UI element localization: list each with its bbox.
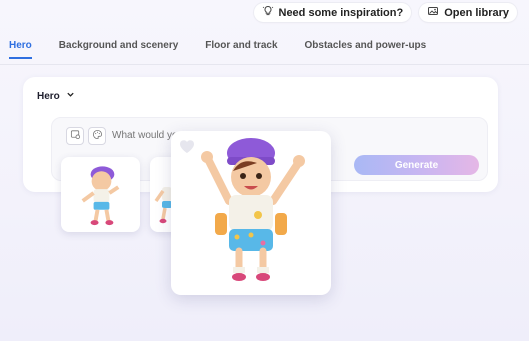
inspiration-button[interactable]: Need some inspiration? (253, 3, 412, 22)
tab-obstacles-and-power-ups[interactable]: Obstacles and power-ups (305, 40, 427, 59)
hero-character-image (201, 138, 305, 281)
open-library-label: Open library (444, 6, 509, 19)
tab-floor-and-track[interactable]: Floor and track (205, 40, 277, 59)
hero-character-image (81, 166, 120, 226)
heart-icon[interactable] (178, 138, 196, 154)
palette-icon (92, 127, 103, 145)
image-settings-icon (70, 127, 81, 145)
palette-button[interactable] (88, 127, 106, 145)
lightbulb-icon (262, 5, 274, 20)
image-settings-button[interactable] (66, 127, 84, 145)
dropdown-value: Hero (37, 90, 60, 102)
open-library-button[interactable]: Open library (419, 3, 517, 22)
hero-thumbnail-1[interactable] (61, 157, 140, 232)
tab-background-and-scenery[interactable]: Background and scenery (59, 40, 178, 59)
inspiration-label: Need some inspiration? (278, 6, 404, 19)
hero-preview-card[interactable] (171, 131, 331, 295)
generate-button[interactable]: Generate (354, 155, 479, 175)
asset-type-dropdown[interactable]: Hero (37, 90, 75, 102)
chevron-down-icon (66, 90, 75, 102)
tabs-divider (0, 64, 529, 65)
top-actions: Need some inspiration? Open library (253, 3, 517, 22)
tab-bar: Hero Background and scenery Floor and tr… (9, 40, 529, 59)
image-library-icon (427, 5, 439, 20)
tab-hero[interactable]: Hero (9, 40, 32, 59)
